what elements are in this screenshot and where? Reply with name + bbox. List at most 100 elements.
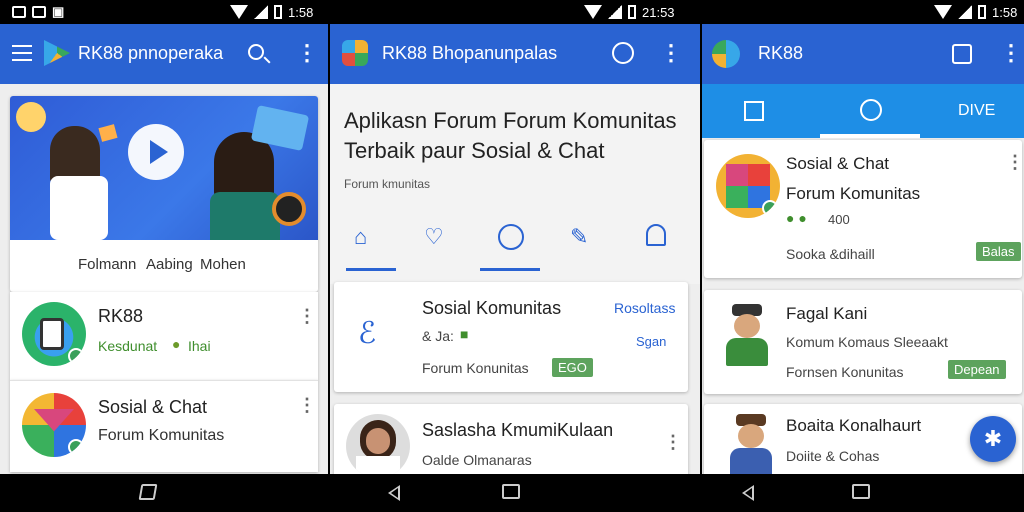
rk88-avatar xyxy=(22,302,86,366)
banner-link-1[interactable]: Folmann xyxy=(78,256,136,273)
tab-indicator xyxy=(480,268,540,271)
app-bar: RK88 ⋮ xyxy=(702,24,1024,84)
more-options-icon[interactable]: ⋮ xyxy=(296,42,318,64)
chat-tab-icon[interactable] xyxy=(498,224,524,250)
home-tab-icon[interactable]: ⌂ xyxy=(354,224,367,250)
card-meta: & Ja: xyxy=(422,328,454,344)
signal-icon xyxy=(958,5,972,19)
card-menu-icon[interactable]: ⋮ xyxy=(664,433,682,451)
leaf-icon: ● xyxy=(172,336,181,352)
character-avatar xyxy=(722,304,772,368)
app-logo-icon xyxy=(712,40,740,68)
search-icon[interactable] xyxy=(248,44,264,60)
status-bar: ▣ 1:58 21:53 1:58 xyxy=(0,0,1024,24)
list-card[interactable]: Sosial & Chat Forum Komunitas ● ● 400 So… xyxy=(704,140,1022,278)
banner-link-3[interactable]: Mohen xyxy=(200,256,246,273)
more-options-icon[interactable]: ⋮ xyxy=(1000,42,1022,64)
edit-tab-icon[interactable]: ✎ xyxy=(570,224,588,250)
hero-section: Aplikasn Forum Forum Komunitas Terbaik p… xyxy=(330,84,700,284)
card-menu-icon[interactable]: ⋮ xyxy=(1006,153,1022,171)
chat-app-avatar xyxy=(22,393,86,457)
tab-indicator xyxy=(346,268,396,271)
item-menu-icon[interactable]: ⋮ xyxy=(298,307,316,325)
card-title: Sosial & Chat xyxy=(786,154,889,173)
phone-icon xyxy=(40,318,64,350)
hero-caption: Forum kmunitas xyxy=(344,177,431,191)
forum-card[interactable]: Saslasha KmumiKulaan Oalde Olmanaras ⋮ xyxy=(334,404,688,474)
card-badge: EGO xyxy=(552,358,593,377)
featured-banner[interactable]: Folmann Aabing Mohen xyxy=(10,96,318,292)
reply-button[interactable]: Balas xyxy=(976,242,1021,261)
gallery-icon xyxy=(12,6,26,18)
panel-forum: RK88 Bhopanunpalas ⋮ Aplikasn Forum Foru… xyxy=(330,24,700,474)
compose-fab-icon[interactable]: ✱ xyxy=(970,416,1016,462)
navigation-bar xyxy=(0,474,1024,512)
tab-label[interactable]: DIVE xyxy=(958,102,995,120)
list-item[interactable]: RK88 Kesdunat ● Ihai ⋮ xyxy=(10,292,318,380)
list-card[interactable]: Fagal Kani Komum Komaus Sleeaakt Fornsen… xyxy=(704,290,1022,394)
card-title: Sosial Komunitas xyxy=(422,298,562,318)
card-meta: Sooka &dihaill xyxy=(786,246,875,262)
wifi-icon xyxy=(584,5,602,19)
card-subtitle: Oalde Olmanaras xyxy=(422,452,532,468)
wifi-icon xyxy=(230,5,248,19)
clock: 21:53 xyxy=(642,4,675,20)
profile-tab-icon[interactable] xyxy=(646,224,666,246)
message-icon[interactable] xyxy=(952,44,972,64)
clock: 1:58 xyxy=(288,4,314,20)
hero-headline-1: Aplikasn Forum Forum Komunitas xyxy=(344,108,677,133)
card-link-2[interactable]: Sgan xyxy=(636,334,666,349)
app-notification-icon: ▣ xyxy=(52,4,65,19)
tab-bar: DIVE xyxy=(702,84,1024,138)
card-subtitle: Forum Komunitas xyxy=(786,184,921,203)
home-square-icon[interactable] xyxy=(502,484,520,499)
mail-icon xyxy=(34,409,74,432)
back-icon[interactable] xyxy=(388,485,400,501)
avatar-sticker xyxy=(16,102,46,132)
community-icon: ℰ xyxy=(358,317,377,350)
tag-icon: ■ xyxy=(460,326,469,342)
item-menu-icon[interactable]: ⋮ xyxy=(298,396,316,414)
back-icon[interactable] xyxy=(742,485,754,501)
app-title: RK88 Bhopanunpalas xyxy=(382,43,558,63)
item-subtitle: Kesdunat xyxy=(98,338,158,354)
app-logo-icon xyxy=(342,40,368,66)
explore-tab-icon[interactable] xyxy=(860,99,882,121)
chat-bubble-icon[interactable] xyxy=(612,42,634,64)
reaction-icons: ● ● xyxy=(786,210,807,226)
list-item[interactable]: Sosial & Chat Forum Komunitas ⋮ xyxy=(10,380,318,472)
user-avatar xyxy=(346,414,410,474)
card-title: Boaita Konalhaurt xyxy=(786,416,922,435)
app-title: RK88 pnnoperaka xyxy=(78,43,224,63)
battery-icon xyxy=(628,5,636,19)
clock: 1:58 xyxy=(992,4,1018,20)
image-icon xyxy=(32,6,46,18)
item-subtitle: Forum Komunitas xyxy=(98,427,225,444)
tab-indicator xyxy=(820,134,920,138)
status-right-2: 21:53 xyxy=(584,0,675,24)
heart-tab-icon[interactable]: ♡ xyxy=(424,224,444,250)
signal-icon xyxy=(608,5,622,19)
banner-link-2[interactable]: Aabing xyxy=(146,256,193,273)
item-title: RK88 xyxy=(98,306,144,326)
hero-headline-2: Terbaik paur Sosial & Chat xyxy=(344,138,605,163)
app-bar: RK88 Bhopanunpalas ⋮ xyxy=(330,24,700,84)
recents-icon[interactable] xyxy=(138,484,158,500)
more-options-icon[interactable]: ⋮ xyxy=(660,42,682,64)
panel-list: RK88 ⋮ DIVE Sosial & Chat Forum Komunita… xyxy=(702,24,1024,474)
action-button[interactable]: Depean xyxy=(948,360,1006,379)
play-button-icon[interactable] xyxy=(128,124,184,180)
reaction-count: 400 xyxy=(828,212,850,227)
menu-icon[interactable] xyxy=(12,45,32,61)
panel-home: RK88 pnnoperaka ⋮ Folmann Aabing Mohen R… xyxy=(0,24,328,474)
signal-icon xyxy=(254,5,268,19)
character-avatar xyxy=(726,414,776,474)
app-logo-icon xyxy=(44,40,70,66)
card-link[interactable]: Rosoltass xyxy=(614,300,675,316)
item-title: Sosial & Chat xyxy=(98,397,208,417)
forum-card[interactable]: ℰ Sosial Komunitas & Ja: ■ Forum Konunit… xyxy=(334,282,688,392)
card-title: Fagal Kani xyxy=(786,304,868,323)
chat-app-avatar xyxy=(716,154,780,218)
grid-tab-icon[interactable] xyxy=(744,101,764,121)
home-square-icon[interactable] xyxy=(852,484,870,499)
